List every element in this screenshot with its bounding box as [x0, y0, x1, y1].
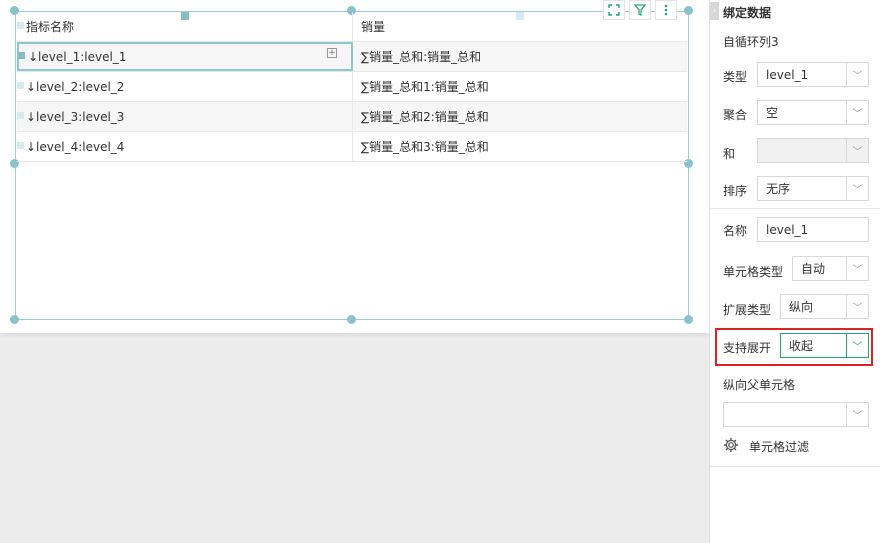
- report-sheet: 指标名称 销量 ↓level_1:level_1 + ∑销量_总和:销量_总和: [0, 0, 709, 333]
- table-header-row: 指标名称 销量: [17, 12, 687, 42]
- chevron-down-icon: ﹀: [846, 403, 868, 426]
- resize-handle-bl[interactable]: [10, 315, 19, 324]
- resize-handle-bm[interactable]: [347, 315, 356, 324]
- chevron-down-icon: ﹀: [846, 101, 868, 124]
- cell-type-label: 单元格类型: [723, 265, 784, 279]
- chevron-down-icon: ﹀: [846, 295, 868, 318]
- table-row: ↓level_2:level_2 ∑销量_总和1:销量_总和: [17, 72, 687, 102]
- expand-toggle-icon[interactable]: +: [327, 48, 337, 58]
- table-cell[interactable]: ↓level_3:level_3: [17, 102, 353, 131]
- section-divider: [710, 208, 880, 209]
- cell-text: ∑销量_总和1:销量_总和: [361, 80, 489, 94]
- table-cell[interactable]: ∑销量_总和2:销量_总和: [353, 102, 687, 131]
- name-row: 名称: [723, 222, 747, 239]
- gear-icon: [723, 437, 739, 456]
- data-table: 指标名称 销量 ↓level_1:level_1 + ∑销量_总和:销量_总和: [17, 12, 687, 162]
- sort-label: 排序: [723, 184, 748, 198]
- aggregate-select[interactable]: 空 ﹀: [757, 100, 869, 125]
- highlight-box: [715, 328, 873, 366]
- property-panel: › 绑定数据 自循环列3 类型 level_1 ﹀ 聚合 空 ﹀ 和 ﹀ 排序 …: [709, 0, 880, 543]
- cell-marker: [17, 82, 24, 89]
- report-canvas: 指标名称 销量 ↓level_1:level_1 + ∑销量_总和:销量_总和: [0, 0, 709, 543]
- cell-text: ∑销量_总和:销量_总和: [361, 50, 482, 64]
- cell-text: ↓level_1:level_1: [28, 49, 127, 64]
- table-cell-selected[interactable]: ↓level_1:level_1 +: [17, 42, 353, 71]
- cell-type-row: 单元格类型: [723, 263, 783, 280]
- expand-type-label: 扩展类型: [723, 303, 772, 317]
- cell-filter-label: 单元格过滤: [749, 440, 810, 454]
- table-row: ↓level_4:level_4 ∑销量_总和3:销量_总和: [17, 132, 687, 162]
- cell-filter-button[interactable]: 单元格过滤: [723, 437, 809, 456]
- parent-cell-select[interactable]: ﹀: [723, 402, 869, 427]
- expand-type-select[interactable]: 纵向 ﹀: [780, 294, 869, 319]
- cell-type-select[interactable]: 自动 ﹀: [792, 256, 869, 281]
- aggregate-row: 聚合: [723, 106, 747, 123]
- cell-marker: [17, 142, 24, 149]
- sort-select[interactable]: 无序 ﹀: [757, 176, 869, 201]
- cell-type-value: 自动: [801, 262, 826, 276]
- cell-text: ∑销量_总和3:销量_总和: [361, 140, 489, 154]
- sort-value: 无序: [766, 182, 791, 196]
- type-value: level_1: [766, 67, 809, 82]
- table-cell[interactable]: ∑销量_总和3:销量_总和: [353, 132, 687, 161]
- type-select[interactable]: level_1 ﹀: [757, 62, 869, 87]
- header-label: 销量: [361, 20, 386, 34]
- panel-title: 绑定数据: [723, 6, 772, 20]
- header-label: 指标名称: [26, 20, 75, 34]
- cell-marker: [17, 22, 24, 29]
- cell-marker: [17, 112, 24, 119]
- table-cell[interactable]: ↓level_2:level_2: [17, 72, 353, 101]
- table-cell[interactable]: ∑销量_总和1:销量_总和: [353, 72, 687, 101]
- expand-type-row: 扩展类型: [723, 301, 771, 318]
- table-row: ↓level_3:level_3 ∑销量_总和2:销量_总和: [17, 102, 687, 132]
- section-divider: [710, 466, 880, 467]
- header-cell-name[interactable]: 指标名称: [17, 12, 353, 41]
- chevron-down-icon: ﹀: [846, 257, 868, 280]
- aggregate-value: 空: [766, 106, 779, 120]
- chevron-down-icon: ﹀: [846, 139, 868, 162]
- sort-row: 排序: [723, 182, 747, 199]
- name-input[interactable]: level_1: [757, 217, 869, 242]
- cell-marker: [18, 52, 25, 59]
- type-label: 类型: [723, 70, 748, 84]
- expand-type-value: 纵向: [789, 300, 814, 314]
- cell-text: ↓level_2:level_2: [26, 79, 125, 94]
- panel-collapse-icon[interactable]: ›: [710, 2, 719, 20]
- cell-text: ∑销量_总和2:销量_总和: [361, 110, 489, 124]
- and-row: 和: [723, 145, 735, 162]
- and-label: 和: [723, 147, 736, 161]
- header-cell-sales[interactable]: 销量: [353, 12, 687, 41]
- resize-handle-br[interactable]: [684, 315, 693, 324]
- name-label: 名称: [723, 224, 748, 238]
- aggregate-label: 聚合: [723, 108, 748, 122]
- chevron-down-icon: ﹀: [846, 177, 868, 200]
- parent-cell-label: 纵向父单元格: [723, 378, 796, 392]
- table-cell[interactable]: ↓level_4:level_4: [17, 132, 353, 161]
- parent-cell-row: 纵向父单元格: [723, 376, 795, 393]
- type-row: 类型: [723, 68, 747, 85]
- table-row: ↓level_1:level_1 + ∑销量_总和:销量_总和: [17, 42, 687, 72]
- cell-text: ↓level_4:level_4: [26, 139, 125, 154]
- chevron-down-icon: ﹀: [846, 63, 868, 86]
- cell-text: ↓level_3:level_3: [26, 109, 125, 124]
- and-select: ﹀: [757, 138, 869, 163]
- table-cell[interactable]: ∑销量_总和:销量_总和: [353, 42, 687, 71]
- name-value: level_1: [766, 222, 809, 237]
- panel-subtitle: 自循环列3: [723, 35, 779, 49]
